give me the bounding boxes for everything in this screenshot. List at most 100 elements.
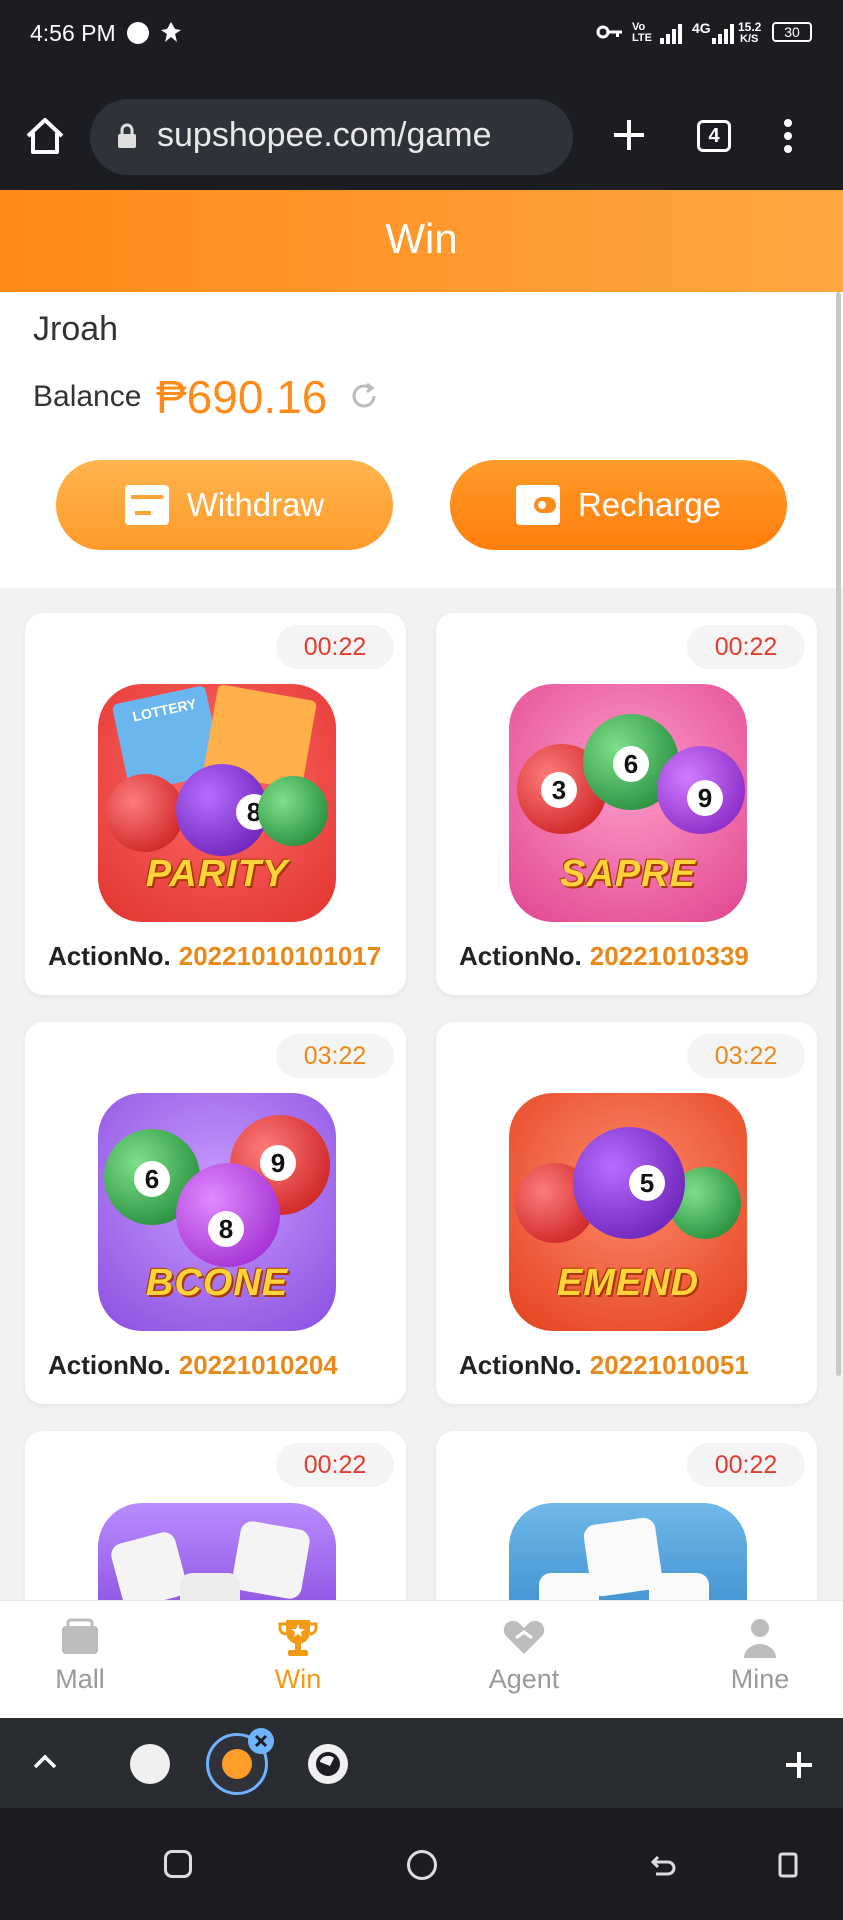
- action-number: ActionNo. 20221010339: [459, 941, 749, 972]
- battery-level: 30: [784, 24, 800, 40]
- wallet-icon: [515, 485, 560, 525]
- emend-game-image: 5 EMEND: [509, 1093, 747, 1331]
- add-tab-icon[interactable]: [784, 1750, 814, 1785]
- countdown-timer: 00:22: [276, 1443, 394, 1487]
- tab-count: 4: [708, 125, 720, 147]
- chevron-up-icon[interactable]: [32, 1752, 58, 1775]
- person-icon: [738, 1618, 782, 1658]
- balance-value: ₱690.16: [156, 371, 328, 423]
- app-notification-icon: [160, 20, 182, 44]
- volte-label: Vo LTE: [632, 21, 652, 44]
- countdown-timer: 00:22: [687, 1443, 805, 1487]
- game-card-sapre[interactable]: 00:22 3 6 9 SAPRE ActionNo. 20221010339: [436, 613, 817, 995]
- die-image: [108, 1529, 190, 1600]
- bcone-game-image: 6 9 8 BCONE: [98, 1093, 336, 1331]
- action-value: 20221010204: [178, 1350, 338, 1380]
- die-image: [649, 1573, 709, 1600]
- dice-game-image: [98, 1503, 336, 1600]
- rotate-icon[interactable]: [776, 1848, 800, 1885]
- action-value: 20221010101017: [178, 941, 382, 971]
- action-label: ActionNo.: [459, 1350, 582, 1380]
- game-card-parity[interactable]: 00:22 LOTTERY 8 PARITY ActionNo. 20221010…: [25, 613, 406, 995]
- url-text[interactable]: supshopee.com/game: [157, 116, 492, 155]
- tab-favicon-1[interactable]: [130, 1744, 170, 1784]
- action-value: 20221010339: [589, 941, 749, 971]
- status-time: 4:56 PM: [30, 20, 116, 46]
- action-label: ActionNo.: [48, 1350, 171, 1380]
- ball-number: 5: [629, 1165, 665, 1201]
- home-circle-icon[interactable]: [407, 1850, 437, 1880]
- cart-icon: [58, 1618, 102, 1658]
- countdown-timer: 03:22: [276, 1034, 394, 1078]
- nav-label-mall: Mall: [55, 1664, 105, 1694]
- withdraw-label: Withdraw: [186, 486, 325, 523]
- back-icon[interactable]: [648, 1850, 678, 1885]
- ball-number: 9: [260, 1145, 296, 1181]
- recharge-label: Recharge: [577, 486, 722, 523]
- action-label: ActionNo.: [48, 941, 171, 971]
- game-card-bcone[interactable]: 03:22 6 9 8 BCONE ActionNo. 20221010204: [25, 1022, 406, 1404]
- countdown-timer: 00:22: [687, 625, 805, 669]
- username: Jroah: [33, 310, 119, 348]
- key-icon: [596, 24, 624, 45]
- ball-number: 6: [613, 746, 649, 782]
- countdown-timer: 03:22: [687, 1034, 805, 1078]
- game-title: SAPRE: [560, 853, 696, 895]
- game-title: EMEND: [556, 1262, 700, 1304]
- action-number: ActionNo. 20221010101017: [48, 941, 381, 972]
- battery-icon: 30: [772, 22, 812, 42]
- parity-game-image: LOTTERY 8 PARITY: [98, 684, 336, 922]
- new-tab-icon[interactable]: [612, 118, 646, 157]
- action-number: ActionNo. 20221010051: [459, 1350, 749, 1381]
- die-image: [539, 1573, 599, 1600]
- nav-item-mall[interactable]: Mall: [10, 1618, 150, 1695]
- nav-item-agent[interactable]: Agent: [454, 1618, 594, 1695]
- close-tab-icon[interactable]: [248, 1728, 274, 1754]
- game-title: PARITY: [145, 853, 289, 895]
- balance-label: Balance: [33, 380, 142, 413]
- sapre-game-image: 3 6 9 SAPRE: [509, 684, 747, 922]
- game-card-dice[interactable]: 00:22: [25, 1431, 406, 1600]
- dice-cup-game-image: [509, 1503, 747, 1600]
- ball-number: 3: [541, 772, 577, 808]
- page-scrollbar[interactable]: [836, 292, 841, 1376]
- game-title: BCONE: [145, 1262, 289, 1304]
- lock-icon: [116, 122, 138, 155]
- network-speed: 15.2: [738, 20, 762, 34]
- game-card-dice-cup[interactable]: 00:22: [436, 1431, 817, 1600]
- handshake-icon: [502, 1618, 546, 1658]
- trophy-icon: [276, 1618, 320, 1658]
- ball-red: [106, 774, 184, 852]
- ball-number: 6: [134, 1161, 170, 1197]
- withdraw-button[interactable]: Withdraw: [56, 460, 393, 550]
- page-title: Win: [385, 215, 458, 262]
- browser-tab-strip: [0, 1718, 843, 1808]
- nav-label-mine: Mine: [730, 1664, 790, 1694]
- nav-item-mine[interactable]: Mine: [690, 1618, 830, 1695]
- die-image: [180, 1573, 240, 1600]
- action-label: ActionNo.: [459, 941, 582, 971]
- recents-icon[interactable]: [164, 1850, 192, 1878]
- recharge-button[interactable]: Recharge: [450, 460, 787, 550]
- ball-number: 8: [208, 1211, 244, 1247]
- refresh-icon[interactable]: [348, 380, 380, 417]
- tab-switcher-button[interactable]: 4: [697, 120, 731, 152]
- signal-icon-2: [712, 24, 736, 49]
- home-icon[interactable]: [24, 116, 66, 161]
- network-type-label: 4G: [692, 20, 711, 36]
- signal-icon: [660, 24, 684, 49]
- ball-green: [258, 776, 328, 846]
- ball-number: 9: [687, 780, 723, 816]
- game-card-emend[interactable]: 03:22 5 EMEND ActionNo. 20221010051: [436, 1022, 817, 1404]
- network-speed-unit: K/S: [740, 33, 759, 45]
- globe-icon[interactable]: [308, 1744, 348, 1784]
- overflow-menu-icon[interactable]: [782, 118, 794, 159]
- nav-item-win[interactable]: Win: [228, 1618, 368, 1695]
- die-image: [230, 1519, 312, 1600]
- nav-label-win: Win: [274, 1664, 322, 1694]
- withdraw-icon: [124, 485, 169, 525]
- messenger-icon: [127, 22, 149, 44]
- action-number: ActionNo. 20221010204: [48, 1350, 338, 1381]
- action-value: 20221010051: [589, 1350, 749, 1380]
- nav-label-agent: Agent: [488, 1664, 560, 1694]
